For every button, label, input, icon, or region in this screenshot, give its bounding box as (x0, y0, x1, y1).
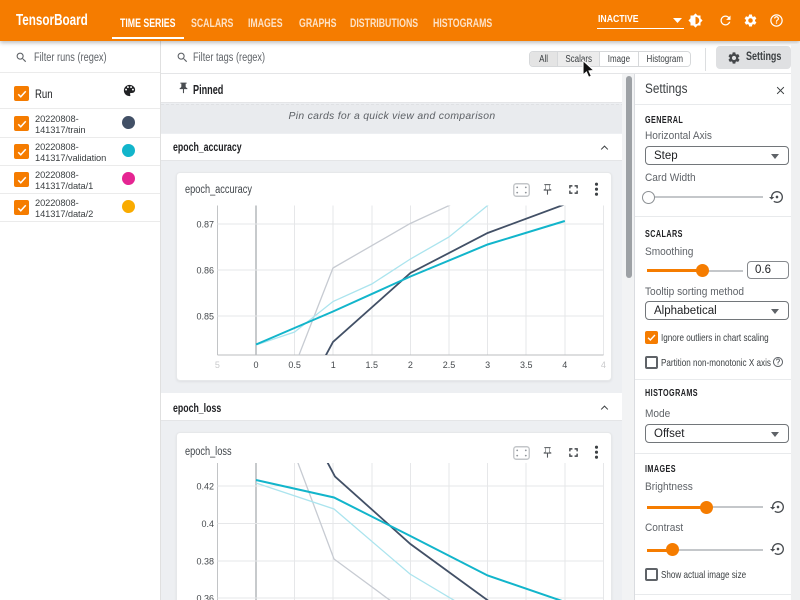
svg-text:3.5: 3.5 (520, 360, 533, 370)
svg-text:1.5: 1.5 (366, 360, 379, 370)
svg-text:2.5: 2.5 (443, 360, 456, 370)
svg-text:0.85: 0.85 (196, 312, 214, 322)
svg-text:0.86: 0.86 (196, 266, 214, 276)
svg-text:4: 4 (601, 360, 606, 370)
svg-text:0.42: 0.42 (196, 482, 214, 492)
svg-text:1: 1 (331, 360, 336, 370)
svg-text:0.5: 0.5 (288, 360, 301, 370)
svg-text:2: 2 (408, 360, 413, 370)
svg-text:0: 0 (253, 360, 258, 370)
svg-text:4: 4 (562, 360, 567, 370)
svg-text:0.87: 0.87 (196, 220, 214, 230)
svg-text:0.4: 0.4 (201, 519, 214, 529)
svg-text:3: 3 (485, 360, 490, 370)
svg-text:5: 5 (215, 360, 220, 370)
svg-text:0.36: 0.36 (196, 594, 214, 600)
svg-text:0.38: 0.38 (196, 556, 214, 566)
